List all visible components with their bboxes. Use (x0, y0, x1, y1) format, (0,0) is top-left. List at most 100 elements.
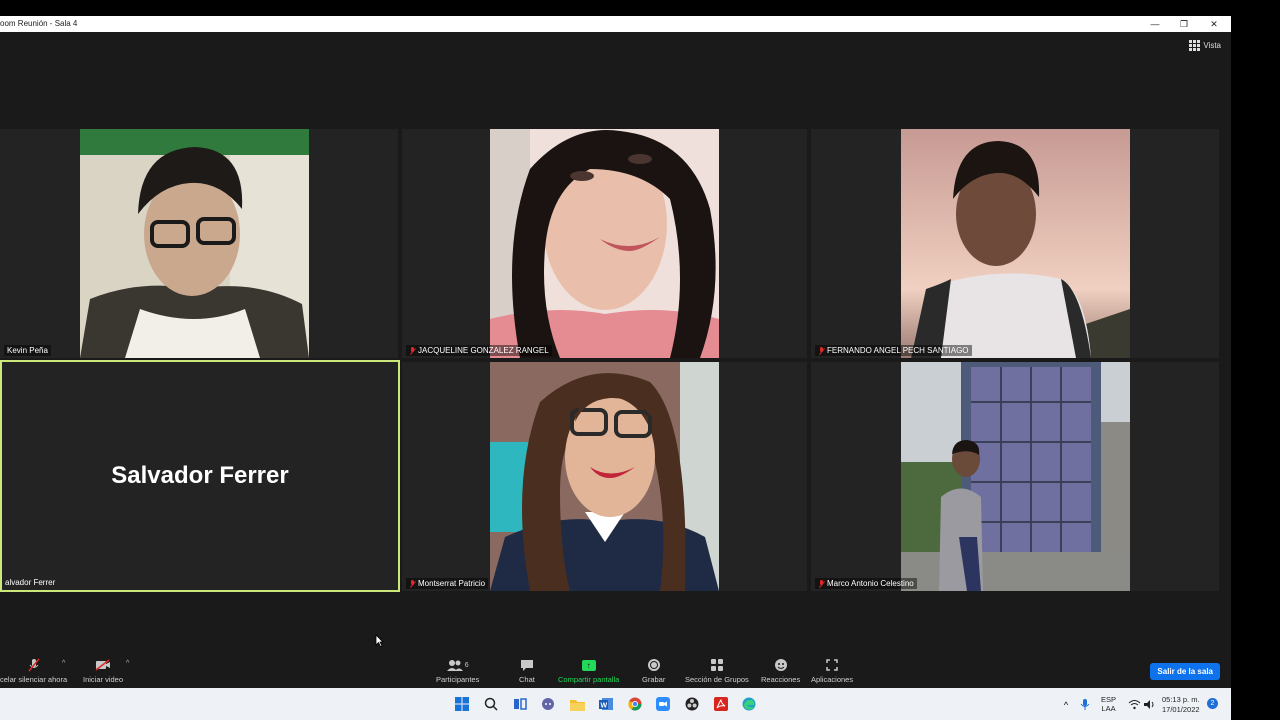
edge-icon (742, 697, 756, 711)
obs-button[interactable] (684, 696, 700, 712)
video-options-chevron-icon[interactable]: ^ (126, 660, 129, 667)
breakout-rooms-icon (710, 659, 723, 671)
view-label: Vista (1203, 41, 1221, 50)
restore-icon: ❐ (1179, 18, 1189, 29)
share-screen-label: Compartir pantalla (558, 675, 620, 684)
language-top: ESP (1101, 695, 1117, 704)
system-clock[interactable]: 05:13 p. m. 17/01/2022 (1162, 695, 1200, 715)
close-icon: ✕ (1210, 18, 1218, 29)
participant-name: JACQUELINE GONZALEZ RANGEL (406, 345, 552, 356)
task-view-button[interactable] (512, 696, 528, 712)
svg-text:W: W (601, 703, 608, 710)
apps-button[interactable]: Aplicaciones (811, 658, 853, 684)
notification-badge[interactable]: 2 (1207, 698, 1218, 709)
video-tile-marco[interactable]: Marco Antonio Celestino (811, 362, 1219, 591)
start-button[interactable] (454, 696, 470, 712)
mic-off-icon (27, 658, 41, 672)
search-icon (484, 697, 498, 711)
window-title: oom Reunión - Sala 4 (0, 19, 78, 28)
teams-chat-icon (542, 698, 554, 710)
participant-name: Kevin Peña (4, 345, 51, 356)
breakout-rooms-label: Sección de Grupos (685, 675, 749, 684)
mic-muted-icon (818, 579, 825, 588)
microphone-icon (1080, 698, 1090, 710)
restore-button[interactable]: ❐ (1169, 16, 1199, 32)
video-label: Iniciar video (83, 675, 124, 684)
participant-name: FERNANDO ANGEL PECH SANTIAGO (815, 345, 972, 356)
video-button[interactable]: Iniciar video (83, 658, 123, 684)
reactions-icon (774, 658, 788, 672)
record-button[interactable]: Grabar (642, 658, 665, 684)
share-screen-icon: ↑ (581, 659, 596, 671)
video-off-icon (95, 658, 111, 672)
record-label: Grabar (642, 675, 666, 684)
participants-icon: 6 (446, 658, 469, 672)
word-icon: W (599, 698, 613, 710)
chevron-up-icon: ^ (1063, 700, 1069, 710)
video-tile-jacqueline[interactable]: JACQUELINE GONZALEZ RANGEL (402, 129, 807, 358)
view-button[interactable]: Vista (1189, 40, 1221, 51)
participant-video (490, 129, 719, 358)
task-view-icon (514, 698, 527, 710)
acrobat-icon (714, 697, 728, 711)
file-explorer-button[interactable] (569, 696, 585, 712)
acrobat-button[interactable] (713, 696, 729, 712)
close-button[interactable]: ✕ (1199, 16, 1229, 32)
mouse-cursor-icon (375, 634, 384, 647)
windows-taskbar: W ^ ESP LAA 05:13 p. m. 17/01/2022 2 (0, 688, 1231, 720)
video-tile-salvador[interactable]: Salvador Ferrer alvador Ferrer (0, 360, 400, 592)
volume-icon (1143, 699, 1153, 709)
video-tile-fernando[interactable]: FERNANDO ANGEL PECH SANTIAGO (811, 129, 1219, 358)
mic-muted-icon (409, 346, 416, 355)
audio-button[interactable]: celar silenciar ahora (0, 658, 67, 684)
chrome-icon (628, 697, 642, 711)
leave-room-button[interactable]: Salir de la sala (1150, 663, 1220, 680)
minimize-button[interactable]: — (1140, 16, 1170, 32)
share-screen-button[interactable]: ↑ Compartir pantalla (558, 658, 619, 684)
zoom-app-icon (656, 697, 670, 711)
video-tile-kevin[interactable]: Kevin Peña (0, 129, 398, 358)
participant-name: Montserrat Patricio (406, 578, 489, 589)
chat-button[interactable]: Chat (519, 658, 535, 684)
windows-start-icon (455, 697, 469, 711)
microphone-tray-button[interactable] (1077, 696, 1093, 712)
breakout-rooms-button[interactable]: Sección de Grupos (685, 658, 749, 684)
chat-label: Chat (519, 675, 535, 684)
volume-tray-button[interactable] (1141, 696, 1157, 712)
zoom-app-button[interactable] (655, 696, 671, 712)
participant-display-name: Salvador Ferrer (111, 462, 289, 489)
obs-icon (685, 697, 699, 711)
apps-icon (826, 658, 838, 672)
folder-icon (569, 699, 585, 711)
mic-muted-icon (818, 346, 825, 355)
zoom-screen: oom Reunión - Sala 4 — ❐ ✕ Vista Kevin P… (0, 0, 1280, 720)
title-bar: oom Reunión - Sala 4 — ❐ ✕ (0, 16, 1231, 32)
language-indicator[interactable]: ESP LAA (1101, 688, 1116, 720)
participants-count: 6 (464, 661, 469, 669)
reactions-label: Reacciones (761, 675, 801, 684)
video-tile-montserrat[interactable]: Montserrat Patricio (402, 362, 807, 591)
meeting-toolbar: celar silenciar ahora ^ Iniciar video ^ … (0, 656, 1231, 688)
search-button[interactable] (483, 696, 499, 712)
record-icon (647, 659, 660, 671)
audio-options-chevron-icon[interactable]: ^ (62, 660, 65, 667)
mic-muted-icon (409, 579, 416, 588)
meeting-area: Vista Kevin Peña JACQUELINE GONZALEZ RAN… (0, 32, 1231, 688)
chrome-button[interactable] (627, 696, 643, 712)
participant-video (80, 129, 309, 358)
language-bottom: LAA (1101, 704, 1116, 713)
participants-button[interactable]: 6 Participantes (436, 658, 479, 684)
audio-label: celar silenciar ahora (0, 675, 68, 684)
edge-button[interactable] (741, 696, 757, 712)
participant-name: alvador Ferrer (5, 578, 56, 587)
participant-name: Marco Antonio Celestino (815, 578, 917, 589)
participant-video (901, 129, 1130, 358)
reactions-button[interactable]: Reacciones (761, 658, 800, 684)
wifi-tray-button[interactable] (1126, 696, 1142, 712)
chat-icon (520, 658, 534, 672)
word-button[interactable]: W (598, 696, 614, 712)
wifi-icon (1128, 699, 1140, 709)
teams-chat-button[interactable] (540, 696, 556, 712)
show-hidden-icons-button[interactable]: ^ (1058, 697, 1074, 713)
clock-date: 17/01/2022 (1162, 705, 1200, 714)
